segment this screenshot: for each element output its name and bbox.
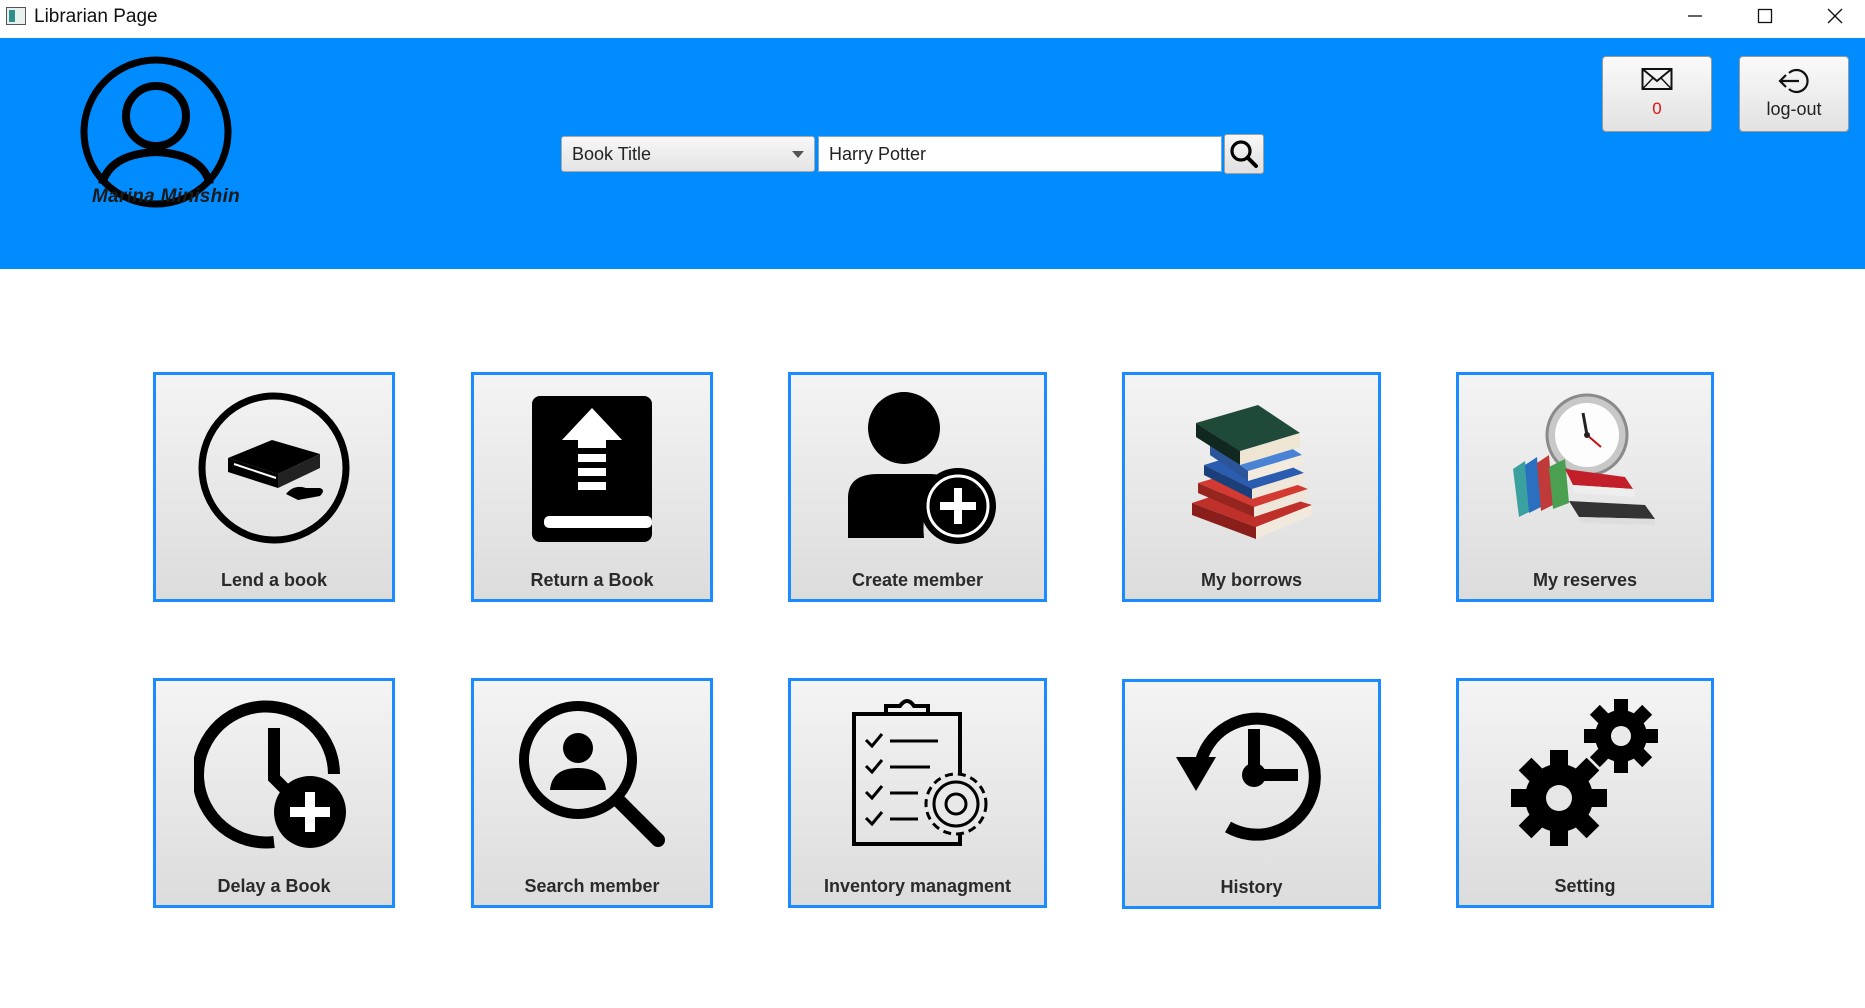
app-icon	[6, 7, 26, 25]
clock-plus-icon	[194, 700, 346, 849]
tile-label: Inventory managment	[823, 876, 1012, 896]
gears-icon	[1511, 699, 1658, 846]
tile-label: Delay a Book	[217, 876, 331, 896]
inventory-management-tile[interactable]: Inventory managment	[788, 678, 1047, 908]
clipboard-gear-icon	[851, 699, 987, 846]
tile-label: Create member	[851, 570, 984, 590]
close-icon	[1827, 8, 1843, 24]
logout-button[interactable]: log-out	[1739, 56, 1849, 132]
delay-book-tile[interactable]: Delay a Book	[153, 678, 395, 908]
tile-label: History	[1220, 877, 1283, 897]
chevron-down-icon	[792, 151, 804, 158]
minimize-icon	[1688, 15, 1702, 17]
tile-label: Setting	[1554, 876, 1616, 896]
book-stack-icon	[1191, 405, 1312, 539]
messages-button[interactable]: 0	[1602, 56, 1712, 132]
clock-books-icon	[1513, 393, 1655, 525]
search-icon	[1230, 140, 1258, 168]
tile-label: Lend a book	[220, 570, 327, 590]
tile-label: Return a Book	[530, 570, 654, 590]
window-titlebar: Librarian Page	[0, 0, 1865, 38]
minimize-button[interactable]	[1660, 0, 1730, 32]
search-member-tile[interactable]: Search member	[471, 678, 713, 908]
close-button[interactable]	[1800, 0, 1865, 32]
search-user-icon	[519, 701, 665, 847]
create-member-tile[interactable]: Create member	[788, 372, 1047, 602]
search-button[interactable]	[1224, 134, 1264, 174]
setting-tile[interactable]: Setting	[1456, 678, 1714, 908]
my-borrows-tile[interactable]: My borrows	[1122, 372, 1381, 602]
logout-icon	[1778, 68, 1809, 94]
my-reserves-tile[interactable]: My reserves	[1456, 372, 1714, 602]
message-count: 0	[1652, 99, 1662, 118]
add-user-icon	[847, 392, 996, 544]
tile-label: My borrows	[1200, 570, 1302, 590]
maximize-icon	[1757, 8, 1773, 24]
lend-book-tile[interactable]: Lend a book	[153, 372, 395, 602]
envelope-icon	[1641, 68, 1673, 90]
user-name: Marina Minishin	[92, 186, 241, 207]
window-title: Librarian Page	[34, 6, 158, 27]
logout-label: log-out	[1766, 99, 1822, 119]
search-filter-select[interactable]: Book Title	[561, 136, 815, 172]
history-icon	[1175, 712, 1321, 841]
search-filter-value: Book Title	[572, 144, 652, 164]
tile-label: Search member	[524, 876, 660, 896]
header-bar: Marina Minishin Book Title 0	[0, 38, 1865, 269]
lend-book-icon	[198, 392, 350, 544]
search-input[interactable]	[818, 136, 1222, 172]
return-book-tile[interactable]: Return a Book	[471, 372, 713, 602]
history-tile[interactable]: History	[1122, 679, 1381, 909]
maximize-button[interactable]	[1730, 0, 1800, 32]
return-book-icon	[532, 396, 652, 542]
tile-label: My reserves	[1532, 570, 1638, 590]
